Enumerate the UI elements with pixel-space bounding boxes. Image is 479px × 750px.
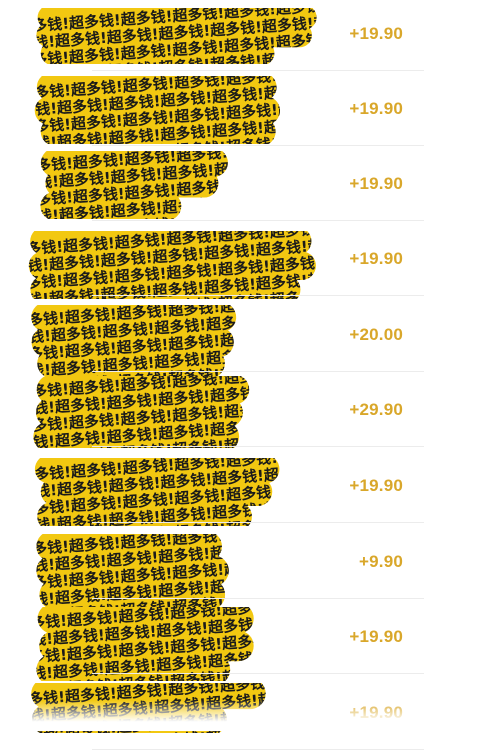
redaction-scribble: 超多钱!超多钱!超多钱!超多钱!超多钱!超多钱!超多钱!超多钱!超多钱!超多钱!…: [36, 607, 254, 681]
redaction-scribble: 超多钱!超多钱!超多钱!超多钱!超多钱!超多钱!超多钱!超多钱!超多钱!超多钱!…: [33, 376, 249, 448]
transaction-amount: +29.90: [349, 399, 403, 419]
transaction-amount: +19.90: [349, 248, 403, 268]
transaction-amount: +19.90: [349, 98, 403, 118]
redaction-scribble: 超多钱!超多钱!超多钱!超多钱!超多钱!超多钱!超多钱!超多钱!超多钱!超多钱!…: [36, 8, 317, 64]
redaction-scribble: 超多钱!超多钱!超多钱!超多钱!超多钱!超多钱!超多钱!超多钱!超多钱!超多钱!…: [28, 231, 316, 299]
transaction-row[interactable]: 超多钱!超多钱!超多钱!超多钱!超多钱!超多钱!超多钱!超多钱!超多钱!超多钱!…: [0, 221, 479, 299]
row-divider: [92, 673, 424, 674]
transaction-row[interactable]: 超多钱!超多钱!超多钱!超多钱!超多钱!超多钱!超多钱!超多钱!超多钱!超多钱!…: [0, 524, 479, 608]
transaction-row[interactable]: 超多钱!超多钱!超多钱!超多钱!超多钱!超多钱!超多钱!超多钱!超多钱!超多钱!…: [0, 71, 479, 146]
transaction-amount: +9.90: [358, 551, 403, 571]
redaction-scribble: 超多钱!超多钱!超多钱!超多钱!超多钱!超多钱!超多钱!超多钱!超多钱!超多钱!…: [36, 534, 229, 608]
row-divider: [92, 446, 424, 447]
transaction-row[interactable]: 超多钱!超多钱!超多钱!超多钱!超多钱!超多钱!超多钱!超多钱!超多钱!超多钱!…: [0, 146, 479, 221]
transaction-row[interactable]: 超多钱!超多钱!超多钱!超多钱!超多钱!超多钱!超多钱!超多钱!超多钱!超多钱!…: [0, 297, 479, 377]
transaction-row[interactable]: 超多钱!超多钱!超多钱!超多钱!超多钱!超多钱!超多钱!超多钱!超多钱!超多钱!…: [0, 448, 479, 526]
transaction-row[interactable]: 超多钱!超多钱!超多钱!超多钱!超多钱!超多钱!超多钱!超多钱!超多钱!超多钱!…: [0, 0, 479, 71]
transaction-amount: +20.00: [349, 324, 403, 344]
redaction-scribble: 超多钱!超多钱!超多钱!超多钱!超多钱!超多钱!超多钱!超多钱!超多钱!超多钱!…: [31, 305, 236, 377]
transaction-amount: +19.90: [349, 173, 403, 193]
transaction-amount: +19.90: [349, 475, 403, 495]
transaction-amount: +19.90: [349, 23, 403, 43]
redaction-scribble: 超多钱!超多钱!超多钱!超多钱!超多钱!超多钱!超多钱!超多钱!超多钱!超多钱!…: [34, 458, 280, 526]
transaction-row[interactable]: 超多钱!超多钱!超多钱!超多钱!超多钱!超多钱!超多钱!超多钱!超多钱!超多钱!…: [0, 372, 479, 448]
redaction-scribble: 超多钱!超多钱!超多钱!超多钱!超多钱!超多钱!超多钱!超多钱!超多钱!超多钱!…: [34, 76, 281, 144]
transaction-row[interactable]: 超多钱!超多钱!超多钱!超多钱!超多钱!超多钱!超多钱!超多钱!超多钱!超多钱!…: [0, 599, 479, 681]
bottom-fade: [0, 700, 479, 731]
redaction-scribble: 超多钱!超多钱!超多钱!超多钱!超多钱!超多钱!超多钱!超多钱!超多钱!超多钱!…: [40, 151, 228, 219]
row-divider: [92, 295, 424, 296]
transaction-amount: +19.90: [349, 626, 403, 646]
row-divider: [92, 522, 424, 523]
